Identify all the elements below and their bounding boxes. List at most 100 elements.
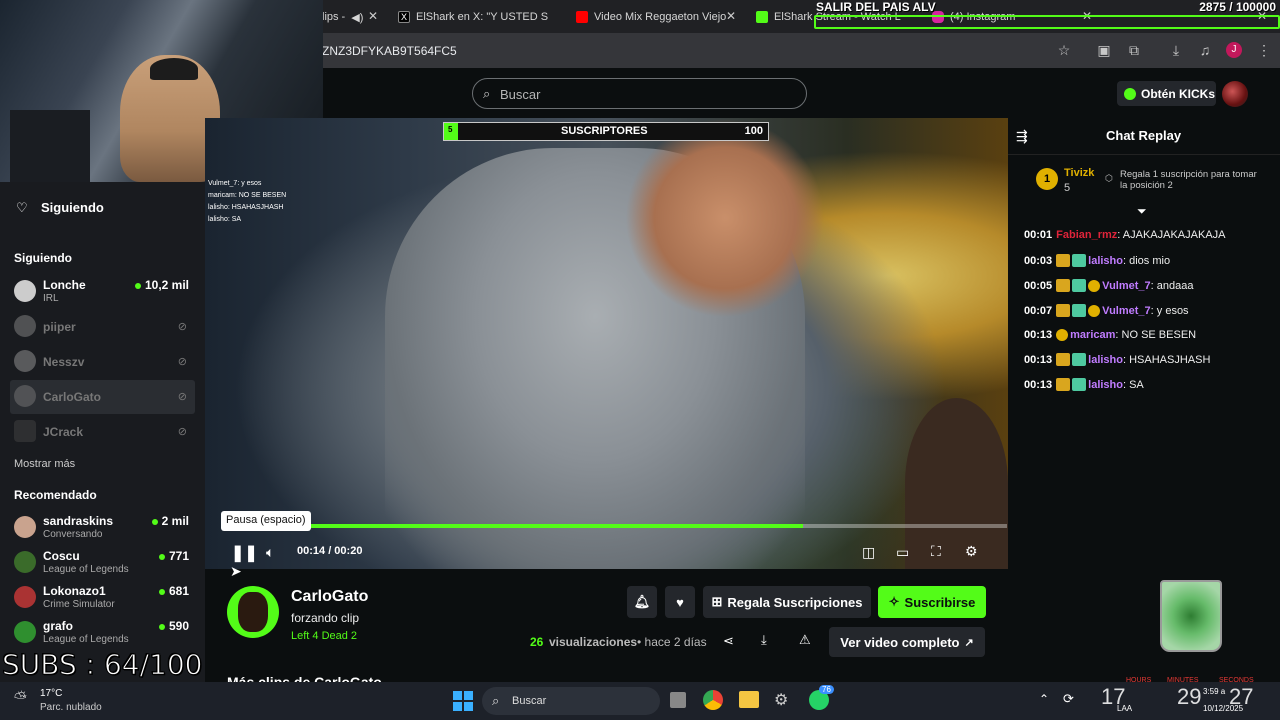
pause-icon[interactable]: ❚❚ xyxy=(231,543,258,563)
chat-text: : HSAHASJHASH xyxy=(1122,353,1211,366)
clip-category[interactable]: Left 4 Dead 2 xyxy=(291,630,357,642)
chat-title: Chat Replay xyxy=(1106,128,1182,143)
chat-username[interactable]: lalisho xyxy=(1088,379,1123,391)
video-child xyxy=(905,398,1008,569)
gift-icon: ⬡ xyxy=(1105,173,1113,183)
chat-username[interactable]: lalisho xyxy=(1088,255,1123,267)
avatar xyxy=(14,551,36,573)
subscriber-badge-icon xyxy=(1072,378,1087,391)
sidebar-channel-lonche[interactable]: Lonche IRL 10,2 mil xyxy=(10,275,195,309)
sidebar-channel-jcrack[interactable]: JCrack ⊘ xyxy=(10,415,195,449)
clock-label: SECONDS xyxy=(1219,677,1254,684)
trash-can-overlay xyxy=(1160,580,1222,652)
sidebar-channel-lokonazo1[interactable]: Lokonazo1 Crime Simulator 681 xyxy=(10,581,195,615)
gift-subs-button[interactable]: ⊞ Regala Suscripciones xyxy=(703,586,871,618)
channel-name: grafo xyxy=(43,619,73,633)
expand-leaderboard-icon[interactable]: ⏷ xyxy=(1137,204,1147,219)
avatar xyxy=(14,621,36,643)
chat-text: : AJAKAJAKAJAKAJA xyxy=(1117,229,1226,241)
avatar xyxy=(14,586,36,608)
chat-username[interactable]: Fabian_rmz xyxy=(1056,229,1117,241)
channel-name: sandraskins xyxy=(43,514,114,528)
subscriber-badge-icon xyxy=(1072,254,1087,267)
task-view-icon[interactable] xyxy=(670,692,686,708)
top-gifter-name[interactable]: Tivizk xyxy=(1064,167,1094,179)
sidebar-channel-grafo[interactable]: grafo League of Legends 590 xyxy=(10,616,195,650)
taskbar-search[interactable]: ⌕ Buscar xyxy=(482,687,660,715)
media-control-icon[interactable]: ♫ xyxy=(1197,42,1213,58)
download-icon[interactable]: ⤓ xyxy=(1168,42,1184,58)
close-tab-icon[interactable]: ✕ xyxy=(368,9,378,23)
browser-tab[interactable]: Video Mix Reggaeton Viejo xyxy=(576,6,726,28)
avatar xyxy=(14,385,36,407)
sidebar-channel-carlogato[interactable]: CarloGato ⊘ xyxy=(10,380,195,414)
screen-cast-icon[interactable]: ▣ xyxy=(1096,42,1112,58)
subs-counter-overlay: SUBS : 64/100 xyxy=(2,648,203,682)
sidebar-channel-nesszv[interactable]: Nesszv ⊘ xyxy=(10,345,195,379)
following-header[interactable]: Siguiendo xyxy=(41,200,104,215)
show-hidden-icons-icon[interactable]: ⌃ xyxy=(1039,692,1049,706)
video-player[interactable]: Vulmet_7: y esos maricam: NO SE BESEN la… xyxy=(205,118,1008,569)
views-label: visualizaciones xyxy=(549,635,638,649)
sidebar-channel-piiper[interactable]: piiper ⊘ xyxy=(10,310,195,344)
chat-message: 00:13 maricam : NO SE BESEN xyxy=(1024,329,1197,341)
menu-icon[interactable]: ⋮ xyxy=(1256,42,1272,58)
chat-username[interactable]: lalisho xyxy=(1088,354,1123,366)
browser-tab[interactable]: X ElShark en X: "Y USTED SINTI xyxy=(398,6,548,28)
windows-start-icon[interactable] xyxy=(453,691,473,711)
gift-prompt[interactable]: Regala 1 suscripción para tomar la posic… xyxy=(1120,169,1260,191)
collapse-chat-icon[interactable]: ⇶ xyxy=(1016,128,1028,145)
clock-label: MINUTES xyxy=(1167,677,1199,684)
volume-icon[interactable]: 🔈︎ xyxy=(266,544,274,561)
settings-icon[interactable]: ⚙ xyxy=(965,543,978,560)
user-avatar[interactable] xyxy=(1222,81,1248,107)
file-explorer-icon[interactable] xyxy=(739,691,759,708)
clip-title: forzando clip xyxy=(291,611,360,625)
more-clips-heading: Más clips de CarloGato xyxy=(227,674,382,682)
offline-icon: ⊘ xyxy=(177,426,187,438)
full-video-button[interactable]: Ver video completo ↗ xyxy=(829,627,985,657)
pip-icon[interactable]: ▭ xyxy=(896,544,909,561)
channel-name[interactable]: CarloGato xyxy=(291,588,368,606)
close-tab-icon[interactable]: ✕ xyxy=(726,9,736,23)
download-icon[interactable]: ⤓ xyxy=(761,632,767,648)
crown-badge-icon xyxy=(1056,254,1071,267)
get-kicks-button[interactable]: Obtén KICKs xyxy=(1117,81,1216,106)
app-icon[interactable]: ⚙ xyxy=(774,690,788,710)
video-progress-bar[interactable] xyxy=(221,524,1007,528)
goal-progress-bar xyxy=(814,15,1280,29)
notification-button[interactable]: 🔔︎ xyxy=(627,586,657,618)
show-more-link[interactable]: Mostrar más xyxy=(14,458,75,470)
sync-icon[interactable]: ⟳ xyxy=(1063,691,1074,707)
theater-mode-icon[interactable]: ◫ xyxy=(862,544,875,561)
fullscreen-icon[interactable]: ⛶ xyxy=(931,543,941,560)
chat-message: 00:13 lalisho : SA xyxy=(1024,378,1144,391)
avatar xyxy=(14,350,36,372)
chat-username[interactable]: Vulmet_7 xyxy=(1102,280,1151,292)
subscribe-button[interactable]: ✧ Suscribirse xyxy=(878,586,986,618)
search-input[interactable]: ⌕ Buscar xyxy=(472,78,807,109)
report-icon[interactable]: ⚠ xyxy=(799,632,811,648)
follow-button[interactable]: ♥ xyxy=(665,586,695,618)
subgoal-target: 100 xyxy=(744,125,763,137)
url-field[interactable]: ZNZ3DFYKAB9T564FC5 xyxy=(322,44,457,58)
channel-avatar[interactable] xyxy=(227,586,279,638)
channel-category: League of Legends xyxy=(43,634,129,645)
system-time[interactable]: 3:59 a xyxy=(1203,687,1225,696)
chat-text: : NO SE BESEN xyxy=(1115,329,1197,341)
gift-icon: ⊞ xyxy=(711,594,723,609)
bell-icon: 🔔︎ xyxy=(633,594,651,609)
chrome-icon[interactable] xyxy=(703,690,723,710)
chat-username[interactable]: maricam xyxy=(1070,329,1115,341)
chat-username[interactable]: Vulmet_7 xyxy=(1102,305,1151,317)
profile-avatar[interactable]: J xyxy=(1226,42,1242,58)
cap xyxy=(150,58,198,80)
star-icon[interactable]: ☆ xyxy=(1056,42,1072,58)
pause-tooltip: Pausa (espacio) xyxy=(221,511,311,531)
chat-message: 00:03 lalisho : dios mio xyxy=(1024,254,1171,267)
top-gifter-rank-badge: 1 xyxy=(1036,168,1058,190)
sidebar-channel-coscu[interactable]: Coscu League of Legends 771 xyxy=(10,546,195,580)
extensions-icon[interactable]: ⧉ xyxy=(1126,42,1142,58)
sidebar-channel-sandraskins[interactable]: sandraskins Conversando 2 mil xyxy=(10,511,195,545)
share-icon[interactable]: ⋖ xyxy=(723,633,734,649)
